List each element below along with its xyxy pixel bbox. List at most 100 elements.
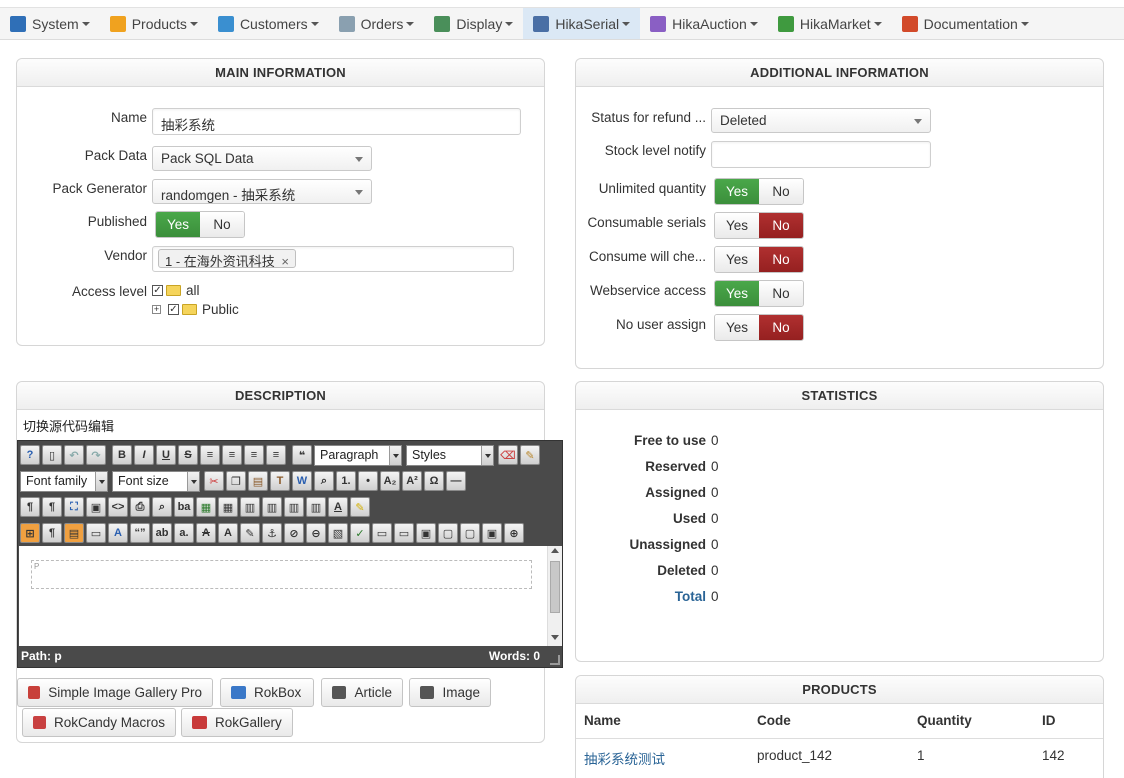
font-size-select[interactable]: Font size: [112, 470, 200, 492]
no-button[interactable]: No: [759, 315, 803, 340]
scroll-down-arrow-icon[interactable]: [551, 635, 559, 640]
expand-plus-icon[interactable]: +: [152, 304, 161, 314]
additional-row-toggle[interactable]: Yes No: [714, 280, 804, 307]
scroll-up-arrow-icon[interactable]: [551, 548, 559, 553]
abbr-icon[interactable]: ab: [152, 523, 172, 543]
search-replace-icon[interactable]: ⌕: [152, 497, 172, 517]
pack-generator-select[interactable]: randomgen - 抽采系统: [152, 179, 372, 204]
menu-hikamarket[interactable]: HikaMarket: [768, 8, 892, 39]
image-manager-icon[interactable]: ▦: [196, 497, 216, 517]
subscript-icon[interactable]: A₂: [380, 471, 400, 491]
menu-hikaauction[interactable]: HikaAuction: [640, 8, 768, 39]
rokgallery-button[interactable]: RokGallery: [181, 708, 293, 737]
remove-tag-icon[interactable]: ×: [281, 254, 289, 269]
pack-data-select[interactable]: Pack SQL Data: [152, 146, 372, 171]
stock-notify-input[interactable]: [711, 141, 931, 168]
toggle-source-link[interactable]: 切换源代码编辑: [23, 416, 114, 435]
menu-system[interactable]: System: [0, 8, 100, 39]
delete-text-icon[interactable]: A: [196, 523, 216, 543]
numbered-list-icon[interactable]: 1.: [336, 471, 356, 491]
published-yes-button[interactable]: Yes: [156, 212, 200, 237]
menu-customers[interactable]: Customers: [208, 8, 329, 39]
copy-icon[interactable]: ❐: [226, 471, 246, 491]
yes-button[interactable]: Yes: [715, 315, 759, 340]
undo-icon[interactable]: ↶: [64, 445, 84, 465]
additional-row-toggle[interactable]: Yes No: [714, 212, 804, 239]
styles-select[interactable]: Styles: [406, 444, 494, 466]
link-icon[interactable]: ⊖: [306, 523, 326, 543]
additional-row-toggle[interactable]: Yes No: [714, 314, 804, 341]
print-icon[interactable]: ⎙: [130, 497, 150, 517]
anchor-icon[interactable]: ⚓: [262, 523, 282, 543]
product-name-link[interactable]: 抽彩系统测试: [584, 748, 665, 768]
visual-chars-icon[interactable]: ⊕: [504, 523, 524, 543]
acronym-icon[interactable]: a.: [174, 523, 194, 543]
no-button[interactable]: No: [759, 247, 803, 272]
highlight-color-icon[interactable]: ✎: [350, 497, 370, 517]
underline-icon[interactable]: U: [156, 445, 176, 465]
published-no-button[interactable]: No: [200, 212, 244, 237]
simple-image-gallery-pro-button[interactable]: Simple Image Gallery Pro: [17, 678, 213, 707]
special-char-icon[interactable]: Ω: [424, 471, 444, 491]
rokcandy-macros-button[interactable]: RokCandy Macros: [22, 708, 176, 737]
table-row-icon[interactable]: ▥: [240, 497, 260, 517]
insert-row-icon[interactable]: ▣: [416, 523, 436, 543]
additional-row-toggle[interactable]: Yes No: [714, 246, 804, 273]
bullet-list-icon[interactable]: •: [358, 471, 378, 491]
visual-aid-icon[interactable]: ⊞: [20, 523, 40, 543]
align-right-icon[interactable]: ≡: [266, 445, 286, 465]
menu-documentation[interactable]: Documentation: [892, 8, 1039, 39]
image-button[interactable]: Image: [409, 678, 491, 707]
format-select[interactable]: Paragraph: [314, 444, 402, 466]
menu-products[interactable]: Products: [100, 8, 208, 39]
table-props-icon[interactable]: ▣: [482, 523, 502, 543]
yes-button[interactable]: Yes: [715, 179, 759, 204]
text-transform-icon[interactable]: ba: [174, 497, 194, 517]
align-left-icon[interactable]: ≡: [244, 445, 264, 465]
menu-hikaserial[interactable]: HikaSerial: [523, 8, 641, 39]
preview-icon[interactable]: ▣: [86, 497, 106, 517]
horizontal-rule-icon[interactable]: —: [446, 471, 466, 491]
name-input[interactable]: 抽彩系统: [152, 108, 521, 135]
fullscreen-icon[interactable]: ⛶: [64, 497, 84, 517]
cell-props-icon[interactable]: ▢: [460, 523, 480, 543]
clean-up-icon[interactable]: ✎: [520, 445, 540, 465]
additional-row-toggle[interactable]: Yes No: [714, 178, 804, 205]
quote-icon[interactable]: “”: [130, 523, 150, 543]
status-refund-select[interactable]: Deleted: [711, 108, 931, 133]
justify-icon[interactable]: ≡: [200, 445, 220, 465]
rtl-icon[interactable]: ¶: [42, 497, 62, 517]
ltr-icon[interactable]: ¶: [20, 497, 40, 517]
table-split-icon[interactable]: ▥: [306, 497, 326, 517]
style-props-icon[interactable]: ▭: [86, 523, 106, 543]
paste-text-icon[interactable]: T: [270, 471, 290, 491]
published-toggle[interactable]: Yes No: [155, 211, 245, 238]
yes-button[interactable]: Yes: [715, 213, 759, 238]
unlink-icon[interactable]: ⊘: [284, 523, 304, 543]
paste-word-icon[interactable]: W: [292, 471, 312, 491]
no-button[interactable]: No: [759, 213, 803, 238]
code-icon[interactable]: <>: [108, 497, 128, 517]
font-style-icon[interactable]: A: [108, 523, 128, 543]
menu-orders[interactable]: Orders: [329, 8, 425, 39]
paste-icon[interactable]: ▤: [248, 471, 268, 491]
resize-handle-icon[interactable]: [550, 655, 560, 665]
scroll-thumb[interactable]: [550, 561, 560, 613]
yes-button[interactable]: Yes: [715, 247, 759, 272]
yes-button[interactable]: Yes: [715, 281, 759, 306]
redo-icon[interactable]: ↷: [86, 445, 106, 465]
rokbox-button[interactable]: RokBox: [220, 678, 314, 707]
checkbox-checked-icon[interactable]: ✓: [168, 303, 179, 315]
image-icon[interactable]: ▧: [328, 523, 348, 543]
article-button[interactable]: Article: [321, 678, 403, 707]
media-icon[interactable]: ▭: [394, 523, 414, 543]
editor-scrollbar[interactable]: [547, 546, 562, 646]
table-icon[interactable]: ▦: [218, 497, 238, 517]
bold-icon[interactable]: B: [112, 445, 132, 465]
attributes-icon[interactable]: ✎: [240, 523, 260, 543]
new-document-icon[interactable]: ▯: [42, 445, 62, 465]
statistic-label[interactable]: Total: [576, 589, 706, 604]
insert-text-icon[interactable]: A: [218, 523, 238, 543]
menu-display[interactable]: Display: [424, 8, 523, 39]
editor-content-area[interactable]: P: [19, 546, 547, 646]
